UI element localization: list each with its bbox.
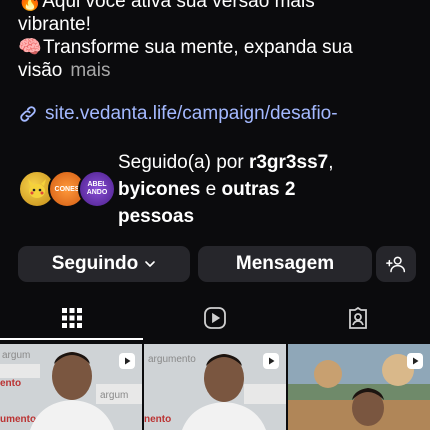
avatar[interactable]: ABEL ANDO — [78, 170, 116, 208]
follower-avatars[interactable]: CONES ABEL ANDO — [18, 170, 116, 210]
reels-icon — [119, 353, 135, 369]
profile-link-text[interactable]: site.vedanta.life/campaign/desafio- — [45, 103, 338, 125]
bio-more-link[interactable]: mais — [70, 60, 110, 81]
chevron-down-icon — [145, 261, 156, 267]
tab-reels[interactable] — [143, 298, 286, 338]
profile-link[interactable]: site.vedanta.life/campaign/desafio- — [18, 103, 338, 125]
post-thumbnail[interactable]: argumento nento — [144, 344, 286, 430]
add-person-icon — [386, 256, 406, 273]
bio-line-2: vibrante! — [18, 13, 420, 36]
followers-others[interactable]: outras 2 — [222, 179, 296, 200]
post-thumbnail[interactable] — [288, 344, 430, 430]
bio-text-2: vibrante! — [18, 14, 91, 35]
svg-text:umento: umento — [0, 414, 36, 425]
svg-text:argumento: argumento — [148, 354, 196, 365]
avatar-label: ABEL ANDO — [86, 181, 108, 196]
svg-text:ento: ento — [0, 378, 21, 389]
comma: , — [328, 152, 334, 173]
pikachu-avatar-icon — [28, 179, 46, 198]
profile-tabs — [0, 298, 430, 340]
follower-username[interactable]: byicones — [118, 179, 200, 200]
svg-text:argum: argum — [2, 350, 30, 361]
bio-text-1: Aqui você ativa sua versão mais — [42, 0, 315, 12]
tab-tagged[interactable] — [286, 298, 429, 338]
suggest-people-button[interactable] — [376, 246, 416, 282]
reels-icon — [263, 353, 279, 369]
message-label: Mensagem — [235, 253, 335, 274]
brain-emoji: 🧠 — [18, 37, 42, 58]
tagged-person-icon — [348, 306, 367, 329]
profile-bio: 🔥 Aqui você ativa sua versão mais vibran… — [18, 0, 420, 82]
avatar-label: CONES — [54, 185, 80, 193]
followers-others-suffix[interactable]: pessoas — [118, 206, 194, 227]
reels-icon — [203, 307, 226, 329]
followed-prefix: Seguido(a) por — [118, 152, 249, 173]
tab-grid[interactable] — [0, 298, 143, 340]
bio-text-4: visão — [18, 60, 63, 81]
posts-grid: argum ento umento argum argumento nento — [0, 344, 430, 430]
link-icon — [20, 106, 36, 122]
svg-text:nento: nento — [144, 414, 171, 425]
follower-username[interactable]: r3gr3ss7 — [249, 152, 328, 173]
following-label: Seguindo — [51, 253, 139, 274]
bio-line-1: 🔥 Aqui você ativa sua versão mais — [18, 0, 420, 13]
grid-icon — [61, 308, 82, 328]
fire-emoji: 🔥 — [18, 0, 42, 12]
following-button[interactable]: Seguindo — [18, 246, 190, 282]
reels-icon — [407, 353, 423, 369]
bio-text-3: Transforme sua mente, expanda sua — [42, 37, 353, 58]
followed-by-section[interactable]: CONES ABEL ANDO Seguido(a) por r3gr3ss7,… — [18, 149, 420, 229]
active-tab-indicator — [0, 338, 143, 340]
followed-connector: e — [200, 179, 222, 200]
svg-text:argum: argum — [100, 390, 128, 401]
message-button[interactable]: Mensagem — [198, 246, 372, 282]
followed-by-text[interactable]: Seguido(a) por r3gr3ss7, byicones e outr… — [118, 149, 333, 230]
bio-line-4: visão mais — [18, 59, 420, 82]
bio-line-3: 🧠 Transforme sua mente, expanda sua — [18, 36, 420, 59]
post-thumbnail[interactable]: argum ento umento argum — [0, 344, 142, 430]
